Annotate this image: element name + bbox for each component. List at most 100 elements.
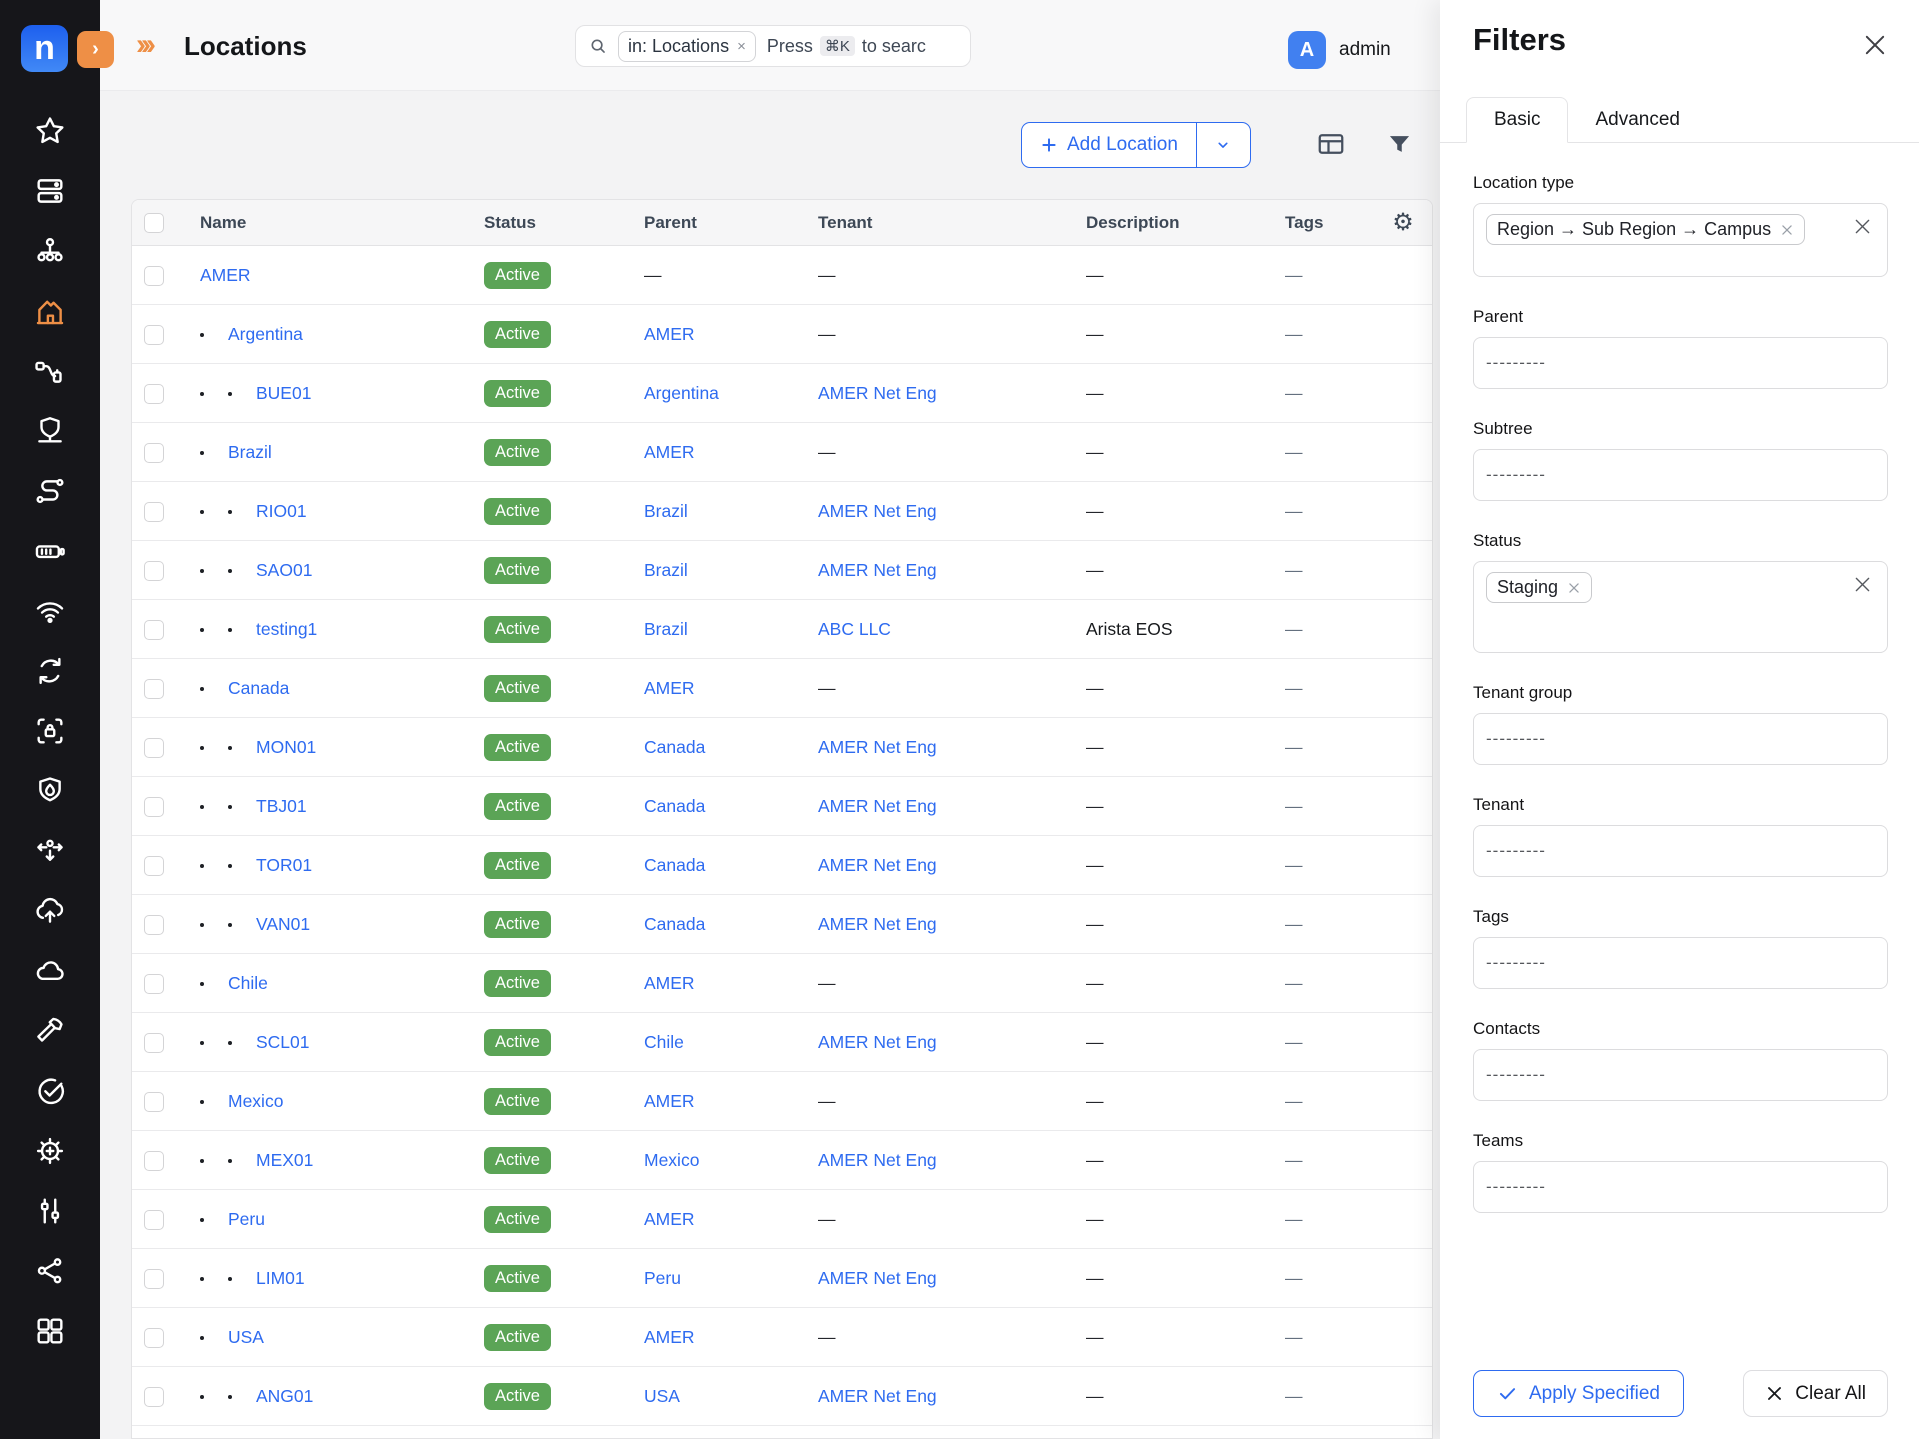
- filter-button[interactable]: [1386, 131, 1413, 158]
- row-checkbox[interactable]: [144, 561, 164, 581]
- sidebar-expand-button[interactable]: ›: [77, 31, 114, 68]
- tenant-link[interactable]: AMER Net Eng: [818, 560, 937, 580]
- search-scope-chip[interactable]: in: Locations ×: [618, 31, 756, 62]
- row-checkbox[interactable]: [144, 856, 164, 876]
- parent-link[interactable]: Brazil: [644, 501, 688, 521]
- user-menu[interactable]: A admin: [1288, 31, 1391, 69]
- sidebar-item-settings[interactable]: [33, 1194, 67, 1228]
- chip-remove-icon[interactable]: [1567, 581, 1581, 595]
- parent-link[interactable]: Canada: [644, 796, 705, 816]
- sidebar-item-jobs[interactable]: [33, 1014, 67, 1048]
- row-checkbox[interactable]: [144, 1387, 164, 1407]
- parent-link[interactable]: AMER: [644, 442, 695, 462]
- location-name-link[interactable]: MON01: [256, 737, 316, 757]
- parent-link[interactable]: Canada: [644, 855, 705, 875]
- sidebar-item-cloud[interactable]: [33, 954, 67, 988]
- location-name-link[interactable]: Peru: [228, 1209, 265, 1229]
- row-checkbox[interactable]: [144, 325, 164, 345]
- tenant-link[interactable]: AMER Net Eng: [818, 737, 937, 757]
- row-checkbox[interactable]: [144, 384, 164, 404]
- row-checkbox[interactable]: [144, 797, 164, 817]
- row-checkbox[interactable]: [144, 1033, 164, 1053]
- sidebar-item-power[interactable]: [33, 534, 67, 568]
- tenant-link[interactable]: AMER Net Eng: [818, 1032, 937, 1052]
- add-location-caret-button[interactable]: [1196, 123, 1250, 167]
- tenant-link[interactable]: ABC LLC: [818, 619, 891, 639]
- parent-link[interactable]: AMER: [644, 324, 695, 344]
- sidebar-item-favorites[interactable]: [33, 114, 67, 148]
- sidebar-item-secrets[interactable]: [33, 714, 67, 748]
- parent-link[interactable]: AMER: [644, 1209, 695, 1229]
- tenant-link[interactable]: AMER Net Eng: [818, 1150, 937, 1170]
- sidebar-item-organization[interactable]: [33, 234, 67, 268]
- select-all-checkbox[interactable]: [144, 213, 164, 233]
- row-checkbox[interactable]: [144, 1269, 164, 1289]
- location-name-link[interactable]: ANG01: [256, 1386, 313, 1406]
- column-header-tags[interactable]: Tags: [1261, 200, 1374, 246]
- sidebar-item-cables[interactable]: [33, 354, 67, 388]
- sidebar-item-wireless[interactable]: [33, 594, 67, 628]
- parent-link[interactable]: Mexico: [644, 1150, 699, 1170]
- sidebar-item-sync[interactable]: [33, 654, 67, 688]
- location-name-link[interactable]: SCL01: [256, 1032, 310, 1052]
- apply-specified-button[interactable]: Apply Specified: [1473, 1370, 1684, 1417]
- clear-field-button[interactable]: [1850, 572, 1875, 600]
- tenant-link[interactable]: AMER Net Eng: [818, 796, 937, 816]
- parent-link[interactable]: AMER: [644, 973, 695, 993]
- sidebar-item-security[interactable]: [33, 414, 67, 448]
- parent-link[interactable]: Peru: [644, 1268, 681, 1288]
- row-checkbox[interactable]: [144, 1210, 164, 1230]
- parent-link[interactable]: Brazil: [644, 619, 688, 639]
- selected-value-chip[interactable]: Region → Sub Region → Campus: [1486, 214, 1805, 245]
- sidebar-item-locations[interactable]: [33, 294, 67, 328]
- row-checkbox[interactable]: [144, 679, 164, 699]
- sidebar-item-cloud-upload[interactable]: [33, 894, 67, 928]
- row-checkbox[interactable]: [144, 738, 164, 758]
- parent-link[interactable]: Brazil: [644, 560, 688, 580]
- column-header-parent[interactable]: Parent: [620, 200, 794, 246]
- location-name-link[interactable]: VAN01: [256, 914, 310, 934]
- subtree-select[interactable]: ---------: [1473, 449, 1888, 501]
- row-checkbox[interactable]: [144, 502, 164, 522]
- location-name-link[interactable]: TBJ01: [256, 796, 307, 816]
- sidebar-item-devices[interactable]: [33, 174, 67, 208]
- sidebar-item-integrations[interactable]: [33, 1254, 67, 1288]
- location-name-link[interactable]: Brazil: [228, 442, 272, 462]
- clear-field-button[interactable]: [1850, 214, 1875, 242]
- column-header-status[interactable]: Status: [460, 200, 620, 246]
- location-name-link[interactable]: Canada: [228, 678, 289, 698]
- tab-basic[interactable]: Basic: [1466, 97, 1568, 143]
- parent-link[interactable]: Chile: [644, 1032, 684, 1052]
- sidebar-item-routing[interactable]: [33, 474, 67, 508]
- tenant-link[interactable]: AMER Net Eng: [818, 855, 937, 875]
- location-name-link[interactable]: AMER: [200, 265, 251, 285]
- close-filters-button[interactable]: [1859, 30, 1891, 62]
- parent-link[interactable]: AMER: [644, 1327, 695, 1347]
- parent-link[interactable]: AMER: [644, 678, 695, 698]
- row-checkbox[interactable]: [144, 266, 164, 286]
- tab-advanced[interactable]: Advanced: [1568, 97, 1707, 142]
- global-search-input[interactable]: in: Locations × Press ⌘K to searc: [575, 25, 971, 67]
- location-name-link[interactable]: BUE01: [256, 383, 311, 403]
- add-location-button[interactable]: Add Location: [1022, 123, 1196, 167]
- location-name-link[interactable]: Argentina: [228, 324, 303, 344]
- location-name-link[interactable]: LIM01: [256, 1268, 305, 1288]
- sidebar-item-apps[interactable]: [33, 1134, 67, 1168]
- row-checkbox[interactable]: [144, 1092, 164, 1112]
- location-name-link[interactable]: testing1: [256, 619, 317, 639]
- location-name-link[interactable]: Chile: [228, 973, 268, 993]
- row-checkbox[interactable]: [144, 974, 164, 994]
- column-header-description[interactable]: Description: [1062, 200, 1261, 246]
- contacts-select[interactable]: ---------: [1473, 1049, 1888, 1101]
- status-select[interactable]: Staging: [1473, 561, 1888, 653]
- tenant-link[interactable]: AMER Net Eng: [818, 1268, 937, 1288]
- parent-link[interactable]: Canada: [644, 914, 705, 934]
- tags-select[interactable]: ---------: [1473, 937, 1888, 989]
- location-name-link[interactable]: TOR01: [256, 855, 312, 875]
- teams-select[interactable]: ---------: [1473, 1161, 1888, 1213]
- row-checkbox[interactable]: [144, 915, 164, 935]
- table-settings-gear-icon[interactable]: ⚙: [1392, 209, 1414, 236]
- sidebar-item-firewall[interactable]: [33, 774, 67, 808]
- parent-link[interactable]: Canada: [644, 737, 705, 757]
- chip-remove-icon[interactable]: [1780, 223, 1794, 237]
